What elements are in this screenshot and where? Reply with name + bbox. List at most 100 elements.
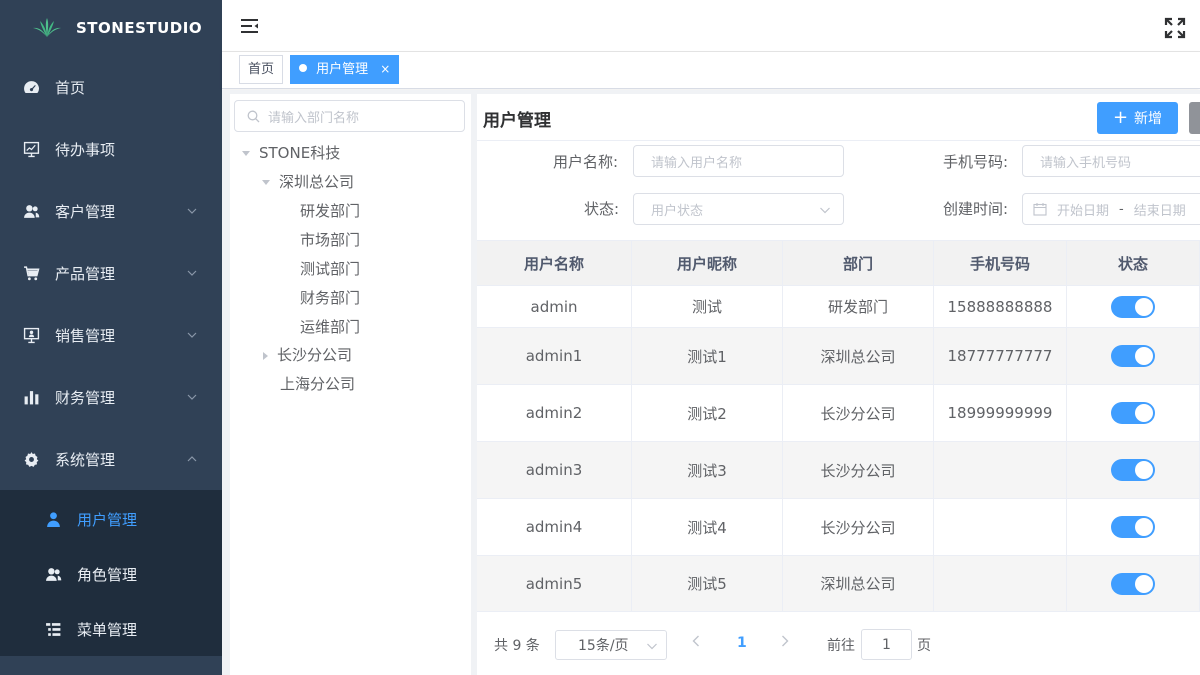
cell-status (1067, 556, 1200, 611)
status-toggle[interactable] (1111, 345, 1155, 367)
next-page-icon[interactable] (779, 634, 791, 648)
cell-nickname: 测试1 (632, 328, 783, 384)
plus-icon: + (1112, 107, 1129, 128)
chevron-down-icon (187, 208, 197, 214)
status-toggle[interactable] (1111, 572, 1155, 595)
status-select[interactable]: 用户状态 (633, 193, 844, 225)
tag-label: 用户管理 (316, 62, 369, 77)
menu-label: 财务管理 (55, 388, 116, 407)
search-icon (247, 110, 260, 122)
column-header[interactable]: 部门 (783, 241, 934, 285)
cell-phone: 18777777777 (934, 328, 1067, 384)
dept-tree-panel: 请输入部门名称 STONE科技 深圳总公司 研发部门 市场部门 测试部门 财务部… (230, 94, 471, 675)
date-separator: - (1119, 201, 1124, 217)
tree-node[interactable]: 上海分公司 (280, 371, 355, 397)
divider (477, 140, 1200, 141)
status-toggle[interactable] (1111, 516, 1155, 538)
page-size-value: 15条/页 (578, 638, 629, 654)
menu-item-products[interactable]: 产品管理 (0, 242, 222, 304)
tree-node[interactable]: STONE科技 (242, 140, 340, 166)
cell-nickname: 测试4 (632, 499, 783, 555)
hamburger-icon[interactable] (240, 17, 260, 35)
created-time-label: 创建时间: (943, 200, 1009, 218)
chevron-up-icon (187, 456, 197, 462)
chevron-down-icon (647, 643, 657, 650)
status-toggle[interactable] (1111, 402, 1155, 424)
menu-item-home[interactable]: 首页 (0, 56, 222, 118)
caret-right-icon[interactable] (263, 351, 268, 360)
status-toggle[interactable] (1111, 459, 1155, 481)
status-toggle[interactable] (1111, 295, 1155, 318)
logo[interactable]: STONESTUDIO (0, 0, 222, 56)
table-row[interactable]: admin 测试 研发部门 15888888888 (477, 286, 1200, 328)
tag-home[interactable]: 首页 (239, 55, 284, 84)
cell-dept: 长沙分公司 (783, 499, 934, 555)
chevron-down-icon (187, 270, 197, 276)
bar-chart-icon (22, 388, 40, 406)
table-row[interactable]: admin4 测试4 长沙分公司 (477, 499, 1200, 556)
dept-search-input[interactable]: 请输入部门名称 (234, 100, 465, 132)
tree-node[interactable]: 长沙分公司 (263, 342, 352, 368)
tree-node[interactable]: 市场部门 (300, 227, 360, 253)
submenu-item-roles[interactable]: 角色管理 (0, 547, 222, 602)
toggle-knob (1135, 461, 1153, 479)
username-placeholder: 请输入用户名称 (651, 155, 743, 171)
table-row[interactable]: admin5 测试5 深圳总公司 (477, 556, 1200, 612)
close-icon[interactable]: × (380, 62, 390, 76)
submenu-item-users[interactable]: 用户管理 (0, 492, 222, 547)
tree-node[interactable]: 测试部门 (300, 256, 360, 282)
prev-page-icon[interactable] (690, 634, 702, 648)
cell-dept: 长沙分公司 (783, 442, 934, 498)
goto-label: 前往 (827, 638, 855, 654)
cell-nickname: 测试 (632, 286, 783, 327)
menu-item-system[interactable]: 系统管理 (0, 428, 222, 490)
page-number-current[interactable]: 1 (737, 635, 747, 651)
tree-node-label: STONE科技 (259, 144, 341, 162)
date-end-placeholder: 结束日期 (1133, 203, 1186, 219)
column-header[interactable]: 用户名称 (477, 241, 632, 285)
cell-dept: 长沙分公司 (783, 385, 934, 441)
submenu-label: 角色管理 (77, 566, 138, 584)
tree-node[interactable]: 深圳总公司 (262, 169, 354, 195)
chevron-down-icon (187, 394, 197, 400)
submenu-item-menus[interactable]: 菜单管理 (0, 602, 222, 656)
user-table: 用户名称 用户昵称 部门 手机号码 状态 admin 测试 研发部门 15888… (477, 240, 1200, 612)
secondary-button[interactable] (1189, 102, 1200, 134)
pagination: 共 9 条 15条/页 1 前往 1 页 (477, 614, 1200, 675)
menu-label: 首页 (55, 78, 86, 97)
menu-item-customers[interactable]: 客户管理 (0, 180, 222, 242)
column-header[interactable]: 手机号码 (934, 241, 1067, 285)
goto-page-input[interactable]: 1 (861, 629, 912, 660)
page-size-select[interactable]: 15条/页 (555, 630, 667, 660)
table-row[interactable]: admin3 测试3 长沙分公司 (477, 442, 1200, 499)
caret-down-icon[interactable] (242, 151, 250, 156)
tree-node[interactable]: 财务部门 (300, 285, 360, 311)
column-header[interactable]: 状态 (1067, 241, 1200, 285)
menu-list-icon (44, 620, 62, 638)
tree-node[interactable]: 运维部门 (300, 314, 360, 340)
username-input[interactable]: 请输入用户名称 (633, 145, 844, 177)
tag-user-management[interactable]: 用户管理 × (290, 55, 400, 84)
menu-item-todo[interactable]: 待办事项 (0, 118, 222, 180)
cell-phone: 18999999999 (934, 385, 1067, 441)
table-row[interactable]: admin2 测试2 长沙分公司 18999999999 (477, 385, 1200, 442)
cell-username: admin2 (477, 385, 632, 441)
fullscreen-icon[interactable] (1164, 17, 1186, 39)
cell-status (1067, 385, 1200, 441)
phone-input[interactable]: 请输入手机号码 (1022, 145, 1200, 177)
tree-node-label: 测试部门 (300, 260, 361, 278)
page-suffix: 页 (917, 638, 931, 654)
menu-item-sales[interactable]: 销售管理 (0, 304, 222, 366)
add-user-button[interactable]: + 新增 (1097, 102, 1178, 134)
column-header[interactable]: 用户昵称 (632, 241, 783, 285)
toggle-knob (1135, 404, 1153, 422)
dept-search-placeholder: 请输入部门名称 (268, 110, 360, 126)
tree-node[interactable]: 研发部门 (300, 198, 360, 224)
table-row[interactable]: admin1 测试1 深圳总公司 18777777777 (477, 328, 1200, 385)
date-range-picker[interactable]: 开始日期 - 结束日期 (1022, 193, 1200, 225)
cell-nickname: 测试2 (632, 385, 783, 441)
menu-item-finance[interactable]: 财务管理 (0, 366, 222, 428)
cell-dept: 深圳总公司 (783, 556, 934, 611)
caret-down-icon[interactable] (262, 180, 270, 185)
logo-icon (33, 18, 61, 37)
